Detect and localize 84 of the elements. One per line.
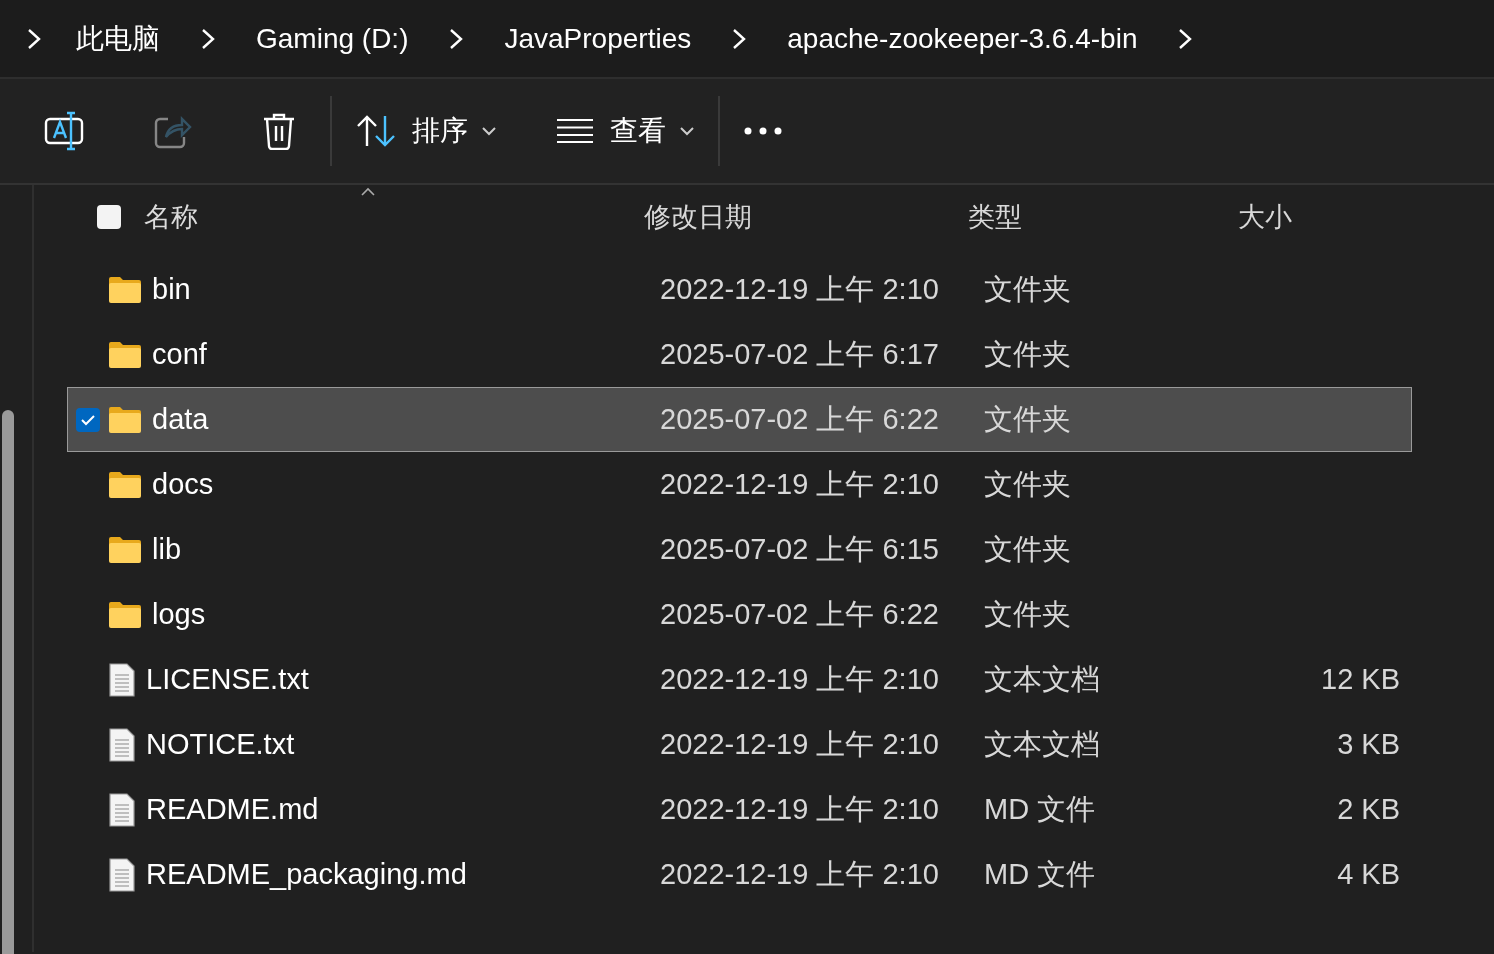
file-size: 3 KB xyxy=(1337,727,1400,760)
file-name: README.md xyxy=(146,791,319,827)
file-name: logs xyxy=(152,596,206,632)
folder-icon xyxy=(108,405,142,434)
file-name: docs xyxy=(152,466,214,502)
checkmark-icon xyxy=(80,413,96,426)
file-name: README_packaging.md xyxy=(146,856,467,892)
folder-icon xyxy=(108,275,142,304)
modified-date: 2022-12-19 上午 2:10 xyxy=(660,272,939,305)
chevron-icon xyxy=(26,27,42,50)
file-row[interactable]: README_packaging.md 2022-12-19 上午 2:10 MD 文件 4 KB xyxy=(67,842,1412,907)
more-icon xyxy=(744,126,782,136)
file-type: 文本文档 xyxy=(984,662,1100,695)
column-header[interactable]: 名称 xyxy=(144,196,198,238)
document-icon xyxy=(108,792,136,827)
view-button[interactable]: 查看 xyxy=(556,110,694,152)
file-name: conf xyxy=(152,336,207,372)
file-row[interactable]: lib 2025-07-02 上午 6:15 文件夹 xyxy=(67,517,1412,582)
file-name: data xyxy=(152,401,209,437)
modified-date: 2025-07-02 上午 6:15 xyxy=(660,532,939,565)
sort-icon xyxy=(356,114,396,148)
modified-date: 2025-07-02 上午 6:22 xyxy=(660,597,939,630)
file-row[interactable]: conf 2025-07-02 上午 6:17 文件夹 xyxy=(67,322,1412,387)
document-icon xyxy=(108,662,136,697)
column-header[interactable]: 类型 xyxy=(968,201,1022,232)
file-row[interactable]: docs 2022-12-19 上午 2:10 文件夹 xyxy=(67,452,1412,517)
file-size: 4 KB xyxy=(1337,857,1400,890)
rename-icon xyxy=(44,111,84,151)
file-type: 文件夹 xyxy=(984,402,1071,435)
rename-button[interactable] xyxy=(44,111,84,151)
file-row[interactable]: data 2025-07-02 上午 6:22 文件夹 xyxy=(67,387,1412,452)
caret-icon xyxy=(680,126,694,136)
list-view-icon xyxy=(556,118,594,144)
folder-icon xyxy=(108,470,142,499)
file-row[interactable]: NOTICE.txt 2022-12-19 上午 2:10 文本文档 3 KB xyxy=(67,712,1412,777)
chevron-icon xyxy=(731,27,748,50)
file-row[interactable]: README.md 2022-12-19 上午 2:10 MD 文件 2 KB xyxy=(67,777,1412,842)
modified-date: 2025-07-02 上午 6:17 xyxy=(660,337,939,370)
file-name: NOTICE.txt xyxy=(146,726,295,762)
breadcrumb-item[interactable]: Gaming (D:) xyxy=(256,17,409,60)
breadcrumb-item[interactable]: JavaProperties xyxy=(504,17,692,60)
file-row[interactable]: bin 2022-12-19 上午 2:10 文件夹 xyxy=(67,257,1412,322)
trash-icon xyxy=(262,112,296,150)
sort-ascending-icon xyxy=(360,187,376,197)
file-name: LICENSE.txt xyxy=(146,661,309,697)
document-icon xyxy=(108,857,136,892)
file-type: 文件夹 xyxy=(984,532,1071,565)
modified-date: 2022-12-19 上午 2:10 xyxy=(660,857,939,890)
breadcrumb-item[interactable]: apache-zookeeper-3.6.4-bin xyxy=(787,17,1138,60)
file-type: 文件夹 xyxy=(984,337,1071,370)
chevron-icon xyxy=(200,27,216,50)
document-icon xyxy=(108,727,136,762)
file-type: MD 文件 xyxy=(984,792,1096,825)
file-type: 文件夹 xyxy=(984,467,1071,500)
modified-date: 2022-12-19 上午 2:10 xyxy=(660,727,939,760)
column-header[interactable]: 大小 xyxy=(1238,201,1292,232)
modified-date: 2022-12-19 上午 2:10 xyxy=(660,467,939,500)
file-size: 12 KB xyxy=(1321,662,1400,695)
folder-icon xyxy=(108,600,142,629)
file-name: lib xyxy=(152,531,181,567)
delete-button[interactable] xyxy=(262,112,296,150)
breadcrumb-item[interactable]: 此电脑 xyxy=(76,17,160,60)
file-name: bin xyxy=(152,271,191,307)
column-header[interactable]: 修改日期 xyxy=(644,201,752,232)
file-type: 文件夹 xyxy=(984,597,1071,630)
scrollbar-thumb[interactable] xyxy=(2,410,14,954)
file-type: MD 文件 xyxy=(984,857,1096,890)
checkbox[interactable] xyxy=(97,205,121,229)
file-size: 2 KB xyxy=(1337,792,1400,825)
folder-icon xyxy=(108,340,142,369)
modified-date: 2022-12-19 上午 2:10 xyxy=(660,792,939,825)
chevron-icon xyxy=(448,27,465,50)
sort-button[interactable]: 排序 xyxy=(356,110,496,152)
modified-date: 2025-07-02 上午 6:22 xyxy=(660,402,939,435)
chevron-icon xyxy=(1177,27,1194,50)
caret-icon xyxy=(482,126,496,136)
file-row[interactable]: LICENSE.txt 2022-12-19 上午 2:10 文本文档 12 KB xyxy=(67,647,1412,712)
file-row[interactable]: logs 2025-07-02 上午 6:22 文件夹 xyxy=(67,582,1412,647)
more-button[interactable] xyxy=(744,126,782,136)
file-type: 文件夹 xyxy=(984,272,1071,305)
folder-icon xyxy=(108,535,142,564)
file-type: 文本文档 xyxy=(984,727,1100,760)
checkbox[interactable] xyxy=(76,407,100,432)
modified-date: 2022-12-19 上午 2:10 xyxy=(660,662,939,695)
